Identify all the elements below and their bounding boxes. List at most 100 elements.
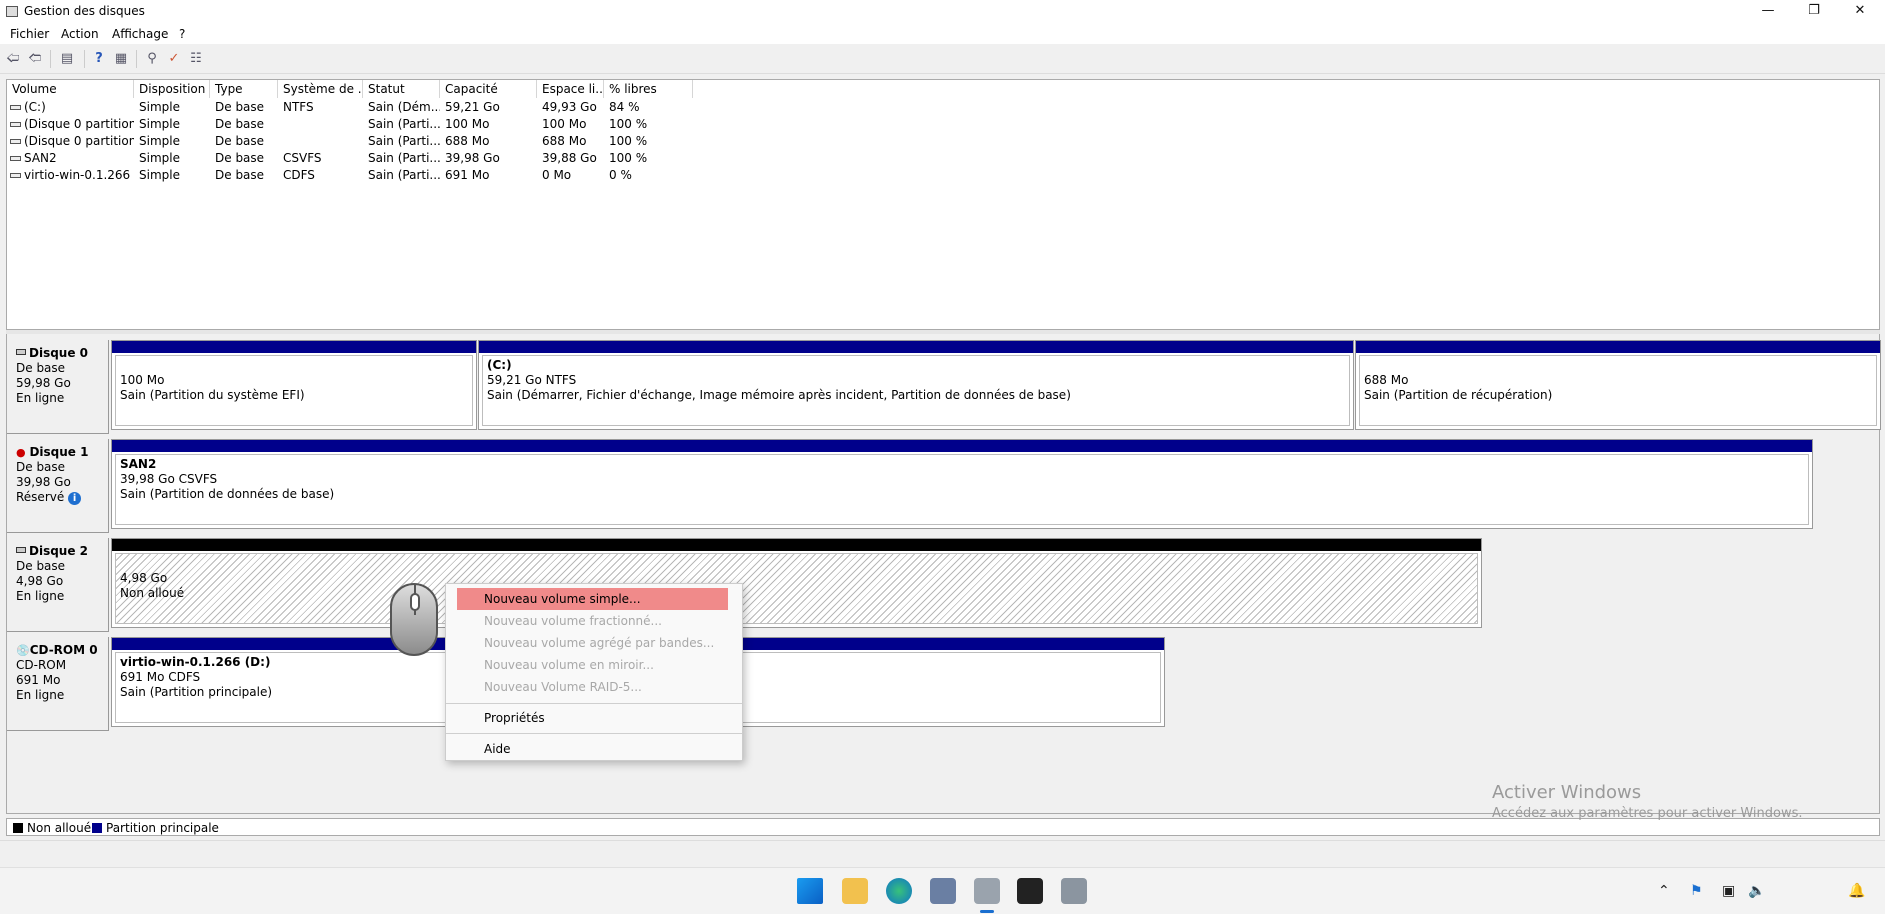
cell-volume: (Disque 0 partition... <box>24 117 134 131</box>
menu-new-striped-volume[interactable]: Nouveau volume agrégé par bandes... <box>446 632 742 654</box>
forward-arrow-icon[interactable]: 🢢 <box>26 50 44 68</box>
disk-size: 691 Mo <box>16 673 61 687</box>
status-bar <box>0 840 1885 862</box>
cell-disposition: Simple <box>139 168 180 182</box>
partition-efi[interactable]: 100 Mo Sain (Partition du système EFI) <box>111 340 477 430</box>
table-row[interactable]: (Disque 0 partition... Simple De base Sain … <box>7 116 1879 133</box>
disk-type: De base <box>16 361 66 375</box>
disk-label[interactable]: Disque 2 De base 4,98 Go En ligne <box>7 538 109 632</box>
cell-status: Sain (Parti... <box>368 134 440 148</box>
cell-type: De base <box>215 151 265 165</box>
table-row[interactable]: (Disque 0 partition... Simple De base Sain … <box>7 133 1879 150</box>
menu-affichage[interactable]: Affichage <box>112 27 168 41</box>
minimize-button[interactable]: — <box>1745 0 1791 22</box>
info-icon[interactable]: i <box>68 492 82 505</box>
menu-action[interactable]: Action <box>61 27 99 41</box>
column-type[interactable]: Type <box>210 80 278 98</box>
menu-separator <box>446 733 742 734</box>
start-icon[interactable] <box>797 878 823 904</box>
menu-separator <box>446 703 742 704</box>
partition-status: Sain (Partition de données de base) <box>120 487 335 501</box>
disk-name: Disque 0 <box>29 346 89 360</box>
menu-new-mirrored-volume[interactable]: Nouveau volume en miroir... <box>446 654 742 676</box>
settings-list-icon[interactable]: ☷ <box>187 50 205 68</box>
menu-properties[interactable]: Propriétés <box>446 707 742 729</box>
disk-label[interactable]: 💿CD-ROM 0 CD-ROM 691 Mo En ligne <box>7 637 109 731</box>
partition-status: Non alloué <box>120 586 185 600</box>
table-row[interactable]: SAN2 Simple De base CSVFS Sain (Parti... 39,9… <box>7 150 1879 167</box>
security-icon[interactable]: ⚑ <box>1690 883 1703 899</box>
legend-label: Non alloué <box>27 821 92 835</box>
disk-name: Disque 2 <box>29 544 89 558</box>
column-volume[interactable]: Volume <box>7 80 134 98</box>
disk-status: En ligne <box>16 589 65 603</box>
partition-title <box>1364 358 1872 373</box>
partition-size: 688 Mo <box>1364 373 1409 387</box>
file-explorer-icon[interactable] <box>842 878 868 904</box>
server-manager-icon[interactable] <box>930 878 956 904</box>
toolbar: 🢠 🢢 ▤ ? ▦ ⚲ ✓ ☷ <box>0 44 1885 74</box>
terminal-icon[interactable] <box>1017 878 1043 904</box>
watermark-subtitle: Accédez aux paramètres pour activer Wind… <box>1492 806 1803 821</box>
connect-icon[interactable]: ⚲ <box>143 50 161 68</box>
partition-recovery[interactable]: 688 Mo Sain (Partition de récupération) <box>1355 340 1881 430</box>
menu-help[interactable]: ? <box>179 27 185 41</box>
cell-type: De base <box>215 168 265 182</box>
disk-icon <box>16 349 26 355</box>
disk-label[interactable]: Disque 0 De base 59,98 Go En ligne <box>7 340 109 434</box>
disk-management-icon[interactable] <box>974 878 1000 904</box>
column-capacity[interactable]: Capacité <box>440 80 537 98</box>
active-indicator <box>980 910 994 913</box>
column-status[interactable]: Statut <box>363 80 440 98</box>
context-menu: Nouveau volume simple... Nouveau volume … <box>445 583 743 761</box>
menu-new-spanned-volume[interactable]: Nouveau volume fractionné... <box>446 610 742 632</box>
cell-type: De base <box>215 117 265 131</box>
back-arrow-icon[interactable]: 🢠 <box>4 50 22 68</box>
help-icon[interactable]: ? <box>90 50 108 68</box>
column-filesystem[interactable]: Système de ... <box>278 80 363 98</box>
cell-disposition: Simple <box>139 100 180 114</box>
properties-list-icon[interactable]: ▦ <box>112 50 130 68</box>
title-bar: Gestion des disques — ❐ ✕ <box>0 0 1885 24</box>
cell-percent-free: 0 % <box>609 168 632 182</box>
menu-new-raid5-volume[interactable]: Nouveau Volume RAID-5... <box>446 676 742 698</box>
settings-icon[interactable] <box>1061 878 1087 904</box>
partition-bar <box>112 440 1812 452</box>
partition-c[interactable]: (C:) 59,21 Go NTFS Sain (Démarrer, Fichi… <box>478 340 1354 430</box>
edge-icon[interactable] <box>886 878 912 904</box>
network-icon[interactable]: ▣ <box>1722 883 1735 899</box>
cell-free-space: 39,88 Go <box>542 151 597 165</box>
disk-row: Disque 0 De base 59,98 Go En ligne 100 M… <box>7 340 1881 434</box>
mouse-click-icon <box>390 583 438 656</box>
partition-unallocated[interactable]: 4,98 Go Non alloué <box>111 538 1482 628</box>
cell-disposition: Simple <box>139 151 180 165</box>
table-row[interactable]: virtio-win-0.1.266 ... Simple De base CDFS S… <box>7 167 1879 184</box>
notification-bell-icon[interactable]: 🔔 <box>1848 883 1865 899</box>
volume-icon <box>10 122 21 127</box>
menu-help[interactable]: Aide <box>446 738 742 760</box>
disk-type: De base <box>16 460 66 474</box>
menu-fichier[interactable]: Fichier <box>10 27 49 41</box>
disk-row: 💿CD-ROM 0 CD-ROM 691 Mo En ligne virtio-… <box>7 637 1881 731</box>
menu-new-simple-volume[interactable]: Nouveau volume simple... <box>457 588 728 610</box>
cell-volume: (C:) <box>24 100 46 114</box>
close-button[interactable]: ✕ <box>1837 0 1883 22</box>
restore-button[interactable]: ❐ <box>1791 0 1837 22</box>
volume-icon[interactable]: 🔈 <box>1748 883 1765 899</box>
cell-type: De base <box>215 100 265 114</box>
disk-status: En ligne <box>16 688 65 702</box>
disk-label[interactable]: ● Disque 1 De base 39,98 Go Réservé i <box>7 439 109 533</box>
cell-filesystem: CSVFS <box>283 151 322 165</box>
checklist-icon[interactable]: ✓ <box>165 50 183 68</box>
volume-list: Volume Disposition Type Système de ... S… <box>6 79 1880 330</box>
chevron-up-icon[interactable]: ⌃ <box>1658 883 1670 899</box>
column-disposition[interactable]: Disposition <box>134 80 210 98</box>
cell-status: Sain (Parti... <box>368 168 440 182</box>
cell-filesystem: NTFS <box>283 100 314 114</box>
partition-size: 39,98 Go CSVFS <box>120 472 218 486</box>
console-tree-icon[interactable]: ▤ <box>58 50 76 68</box>
partition-san2[interactable]: SAN2 39,98 Go CSVFS Sain (Partition de d… <box>111 439 1813 529</box>
column-percent-free[interactable]: % libres <box>604 80 693 98</box>
column-free-space[interactable]: Espace li... <box>537 80 604 98</box>
table-row[interactable]: (C:) Simple De base NTFS Sain (Dém... 59,21 G… <box>7 99 1879 116</box>
